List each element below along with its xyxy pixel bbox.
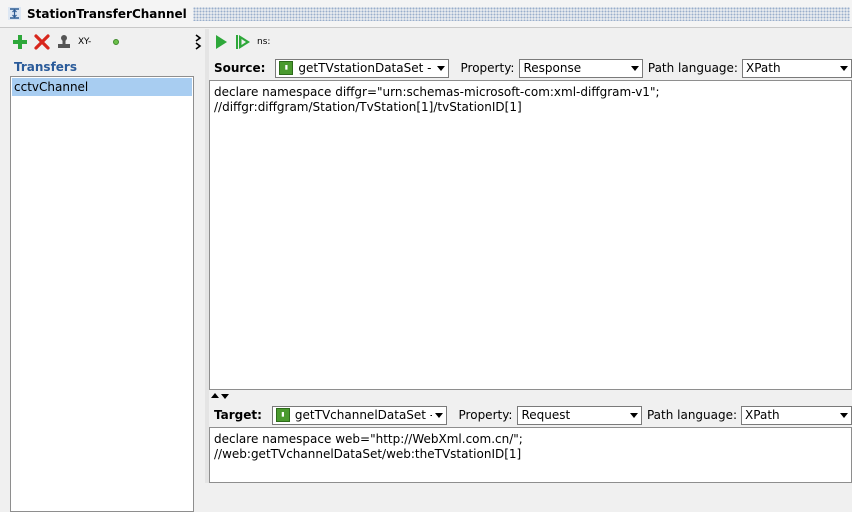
chevron-down-icon <box>837 407 851 424</box>
status-dot-icon <box>112 39 119 45</box>
source-path-language-select[interactable]: XPath <box>741 58 852 78</box>
source-property-label: Property: <box>460 61 515 75</box>
rename-transfer-button[interactable] <box>54 32 74 52</box>
play-icon <box>216 35 227 49</box>
transfer-editor-panel: ns: Source: ▮ getTVstationDataSet - R...… <box>209 29 852 483</box>
transfer-toolbar: ns: <box>209 29 852 55</box>
transfers-list[interactable]: cctvChannel <box>10 76 194 512</box>
chevron-down-icon <box>628 60 642 77</box>
run-all-icon <box>236 35 250 49</box>
operation-icon: ▮ <box>279 61 294 75</box>
source-xpath-editor[interactable]: declare namespace diffgr="urn:schemas-mi… <box>209 80 852 390</box>
transfers-heading: Transfers <box>14 60 77 74</box>
target-path-language-label: Path language: <box>646 408 738 422</box>
target-row: Target: ▮ getTVchannelDataSet - ... Prop… <box>209 402 852 428</box>
transfer-icon <box>7 7 21 21</box>
target-line: //web:getTVchannelDataSet/web:theTVstati… <box>214 447 522 461</box>
delete-transfer-button[interactable] <box>32 32 52 52</box>
collapse-handle[interactable] <box>195 33 203 51</box>
target-property-select[interactable]: Request <box>517 405 642 425</box>
chevron-down-icon <box>432 407 446 424</box>
source-operation-select[interactable]: ▮ getTVstationDataSet - R... <box>275 58 449 78</box>
xy-label[interactable]: XY- <box>78 37 91 47</box>
window-title: StationTransferChannel <box>27 6 187 21</box>
target-operation-select[interactable]: ▮ getTVchannelDataSet - ... <box>271 405 447 425</box>
expand-collapse-icon <box>211 393 229 399</box>
target-line: declare namespace web="http://WebXml.com… <box>214 432 523 446</box>
chevron-down-icon <box>434 60 448 77</box>
chevron-down-icon <box>837 60 851 77</box>
source-line: //diffgr:diffgram/Station/TvStation[1]/t… <box>214 100 522 114</box>
target-xpath-editor[interactable]: declare namespace web="http://WebXml.com… <box>209 427 852 483</box>
plus-icon <box>13 35 27 49</box>
source-path-language-label: Path language: <box>647 61 738 75</box>
target-label: Target: <box>214 408 262 422</box>
add-transfer-button[interactable] <box>10 32 30 52</box>
stamp-icon <box>58 35 70 48</box>
horizontal-splitter[interactable] <box>209 390 852 402</box>
target-property-label: Property: <box>458 408 513 422</box>
chevron-down-icon <box>627 407 641 424</box>
title-grip <box>192 6 850 21</box>
list-item[interactable]: cctvChannel <box>12 78 192 96</box>
source-row: Source: ▮ getTVstationDataSet - R... Pro… <box>209 55 852 81</box>
delete-x-icon <box>34 34 50 50</box>
transfers-panel: XY- Transfers cctvChannel <box>0 29 205 512</box>
source-line: declare namespace diffgr="urn:schemas-mi… <box>214 85 660 99</box>
source-label: Source: <box>214 61 266 75</box>
run-transfer-button[interactable] <box>211 32 231 52</box>
title-bar: StationTransferChannel <box>0 0 852 28</box>
run-all-button[interactable] <box>233 32 253 52</box>
ns-label[interactable]: ns: <box>257 37 270 47</box>
transfers-toolbar: XY- <box>0 29 205 55</box>
operation-icon: ▮ <box>275 408 290 422</box>
target-path-language-select[interactable]: XPath <box>741 405 852 425</box>
source-property-select[interactable]: Response <box>519 58 643 78</box>
chevron-right-icon <box>195 34 202 50</box>
